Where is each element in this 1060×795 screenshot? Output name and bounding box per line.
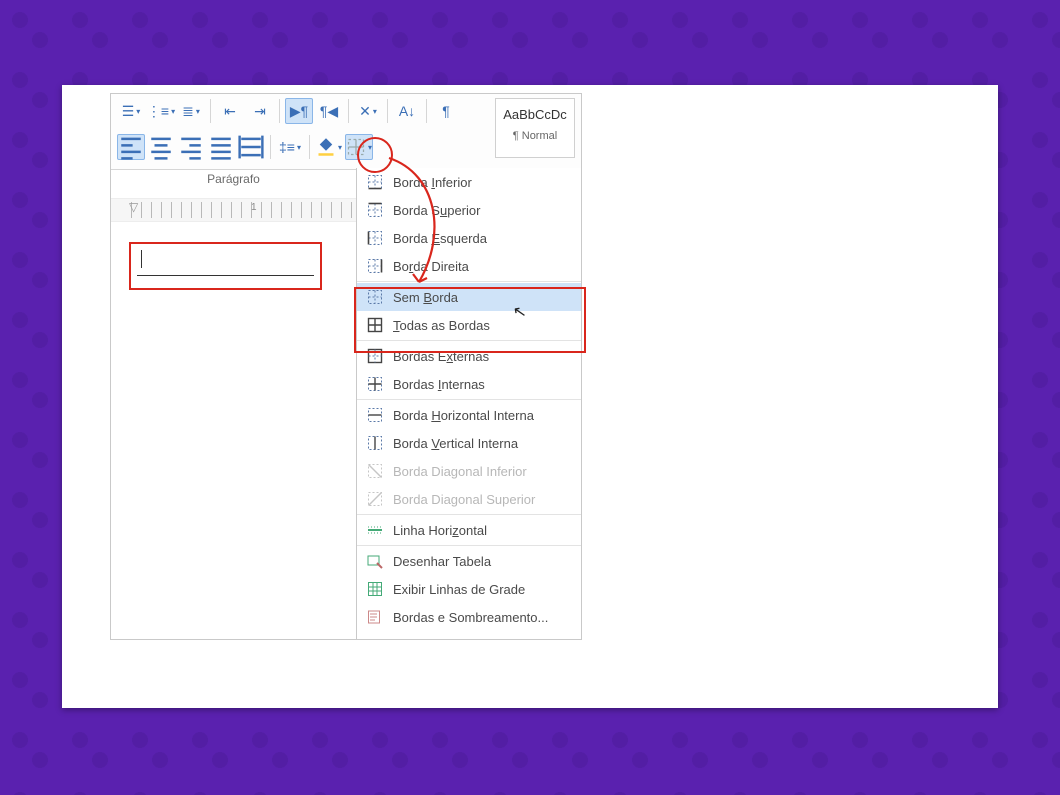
distributed-button[interactable] <box>237 134 265 160</box>
ribbon-separator <box>309 135 310 159</box>
style-name-label: ¶ Normal <box>496 130 574 142</box>
menu-item-todas-bordas[interactable]: Todas as Bordas <box>357 311 581 339</box>
menu-item-label: Borda Horizontal Interna <box>393 408 534 423</box>
ruler-number: 1 <box>251 202 257 213</box>
align-right-button[interactable] <box>177 134 205 160</box>
menu-item-label: Borda Superior <box>393 203 480 218</box>
highlighted-text-cell <box>129 242 322 290</box>
menu-item-borda-diagonal-superior: Borda Diagonal Superior <box>357 485 581 513</box>
menu-item-label: Exibir Linhas de Grade <box>393 582 525 597</box>
ribbon-separator <box>426 99 427 123</box>
menu-separator <box>357 340 581 341</box>
b-hmid-icon <box>367 407 383 423</box>
b-in-icon <box>367 376 383 392</box>
menu-item-label: Sem Borda <box>393 290 458 305</box>
slide-frame: ☰▾ ⋮≡▾ ≣▾ ⇤ ⇥ ▶¶ ¶◀ ✕▾ A↓ ¶ <box>62 85 998 708</box>
b-diag1-icon <box>367 463 383 479</box>
horizontal-ruler[interactable]: ▽ 1 <box>111 198 356 222</box>
b-vmid-icon <box>367 435 383 451</box>
style-normal[interactable]: AaBbCcDc ¶ Normal <box>495 98 575 158</box>
menu-item-linha-horizontal[interactable]: Linha Horizontal <box>357 516 581 544</box>
menu-item-desenhar-tabela[interactable]: Desenhar Tabela <box>357 547 581 575</box>
menu-item-borda-superior[interactable]: Borda Superior <box>357 196 581 224</box>
menu-item-sem-borda[interactable]: Sem Borda <box>357 283 581 311</box>
hline-icon <box>367 522 383 538</box>
multilevel-list-button[interactable]: ≣▾ <box>177 98 205 124</box>
align-left-button[interactable] <box>117 134 145 160</box>
rtl-direction-button[interactable]: ¶◀ <box>315 98 343 124</box>
draw-icon <box>367 553 383 569</box>
menu-item-bordas-externas[interactable]: Bordas Externas <box>357 342 581 370</box>
b-right-icon <box>367 258 383 274</box>
ruler-indent-marker[interactable]: ▽ <box>129 200 138 214</box>
word-window: ☰▾ ⋮≡▾ ≣▾ ⇤ ⇥ ▶¶ ¶◀ ✕▾ A↓ ¶ <box>110 93 582 640</box>
style-preview-text: AaBbCcDc <box>496 99 574 122</box>
menu-item-label: Borda Vertical Interna <box>393 436 518 451</box>
ribbon-group-label: Parágrafo <box>111 172 356 186</box>
increase-indent-button[interactable]: ⇥ <box>246 98 274 124</box>
shading-button[interactable]: ▾ <box>315 134 343 160</box>
menu-separator <box>357 545 581 546</box>
menu-item-label: Borda Diagonal Inferior <box>393 464 527 479</box>
ribbon-separator <box>210 99 211 123</box>
ribbon-paragraph-group: ☰▾ ⋮≡▾ ≣▾ ⇤ ⇥ ▶¶ ¶◀ ✕▾ A↓ ¶ <box>111 94 581 170</box>
menu-separator <box>357 281 581 282</box>
cell-bottom-border <box>137 275 314 276</box>
justify-button[interactable] <box>207 134 235 160</box>
b-out-icon <box>367 348 383 364</box>
menu-item-label: Borda Diagonal Superior <box>393 492 535 507</box>
borders-button[interactable]: ▾ <box>345 134 373 160</box>
menu-item-bordas-internas[interactable]: Bordas Internas <box>357 370 581 398</box>
bullets-button[interactable]: ☰▾ <box>117 98 145 124</box>
numbering-button[interactable]: ⋮≡▾ <box>147 98 175 124</box>
menu-item-label: Borda Direita <box>393 259 469 274</box>
menu-item-label: Borda Inferior <box>393 175 472 190</box>
menu-item-label: Borda Esquerda <box>393 231 487 246</box>
menu-item-borda-esquerda[interactable]: Borda Esquerda <box>357 224 581 252</box>
menu-item-borda-inferior[interactable]: Borda Inferior <box>357 168 581 196</box>
ruler-ticks <box>131 202 356 218</box>
b-left-icon <box>367 230 383 246</box>
align-center-button[interactable] <box>147 134 175 160</box>
menu-item-label: Desenhar Tabela <box>393 554 491 569</box>
sort-button[interactable]: A↓ <box>393 98 421 124</box>
menu-item-borda-direita[interactable]: Borda Direita <box>357 252 581 280</box>
ribbon-separator <box>270 135 271 159</box>
menu-item-label: Bordas Internas <box>393 377 485 392</box>
menu-item-label: Todas as Bordas <box>393 318 490 333</box>
menu-item-label: Bordas e Sombreamento... <box>393 610 548 625</box>
dialog-icon <box>367 609 383 625</box>
borders-dropdown-menu: Borda Inferior Borda Superior Borda Esquer… <box>356 168 581 639</box>
b-diag2-icon <box>367 491 383 507</box>
menu-item-borda-horizontal-interna[interactable]: Borda Horizontal Interna <box>357 401 581 429</box>
menu-item-borda-diagonal-inferior: Borda Diagonal Inferior <box>357 457 581 485</box>
ribbon-separator <box>279 99 280 123</box>
menu-item-label: Bordas Externas <box>393 349 489 364</box>
menu-separator <box>357 399 581 400</box>
show-hide-button[interactable]: ¶ <box>432 98 460 124</box>
menu-item-bordas-sombreamento[interactable]: Bordas e Sombreamento... <box>357 603 581 631</box>
b-all-icon <box>367 317 383 333</box>
b-top-icon <box>367 202 383 218</box>
ltr-direction-button[interactable]: ▶¶ <box>285 98 313 124</box>
menu-separator <box>357 514 581 515</box>
asian-layout-button[interactable]: ✕▾ <box>354 98 382 124</box>
menu-item-borda-vertical-interna[interactable]: Borda Vertical Interna <box>357 429 581 457</box>
line-spacing-button[interactable]: ‡≡▾ <box>276 134 304 160</box>
ribbon-separator <box>348 99 349 123</box>
grid-icon <box>367 581 383 597</box>
b-bottom-icon <box>367 174 383 190</box>
menu-item-label: Linha Horizontal <box>393 523 487 538</box>
decrease-indent-button[interactable]: ⇤ <box>216 98 244 124</box>
b-none-icon <box>367 289 383 305</box>
menu-item-exibir-linhas-grade[interactable]: Exibir Linhas de Grade <box>357 575 581 603</box>
ribbon-separator <box>387 99 388 123</box>
text-cursor <box>141 250 142 268</box>
